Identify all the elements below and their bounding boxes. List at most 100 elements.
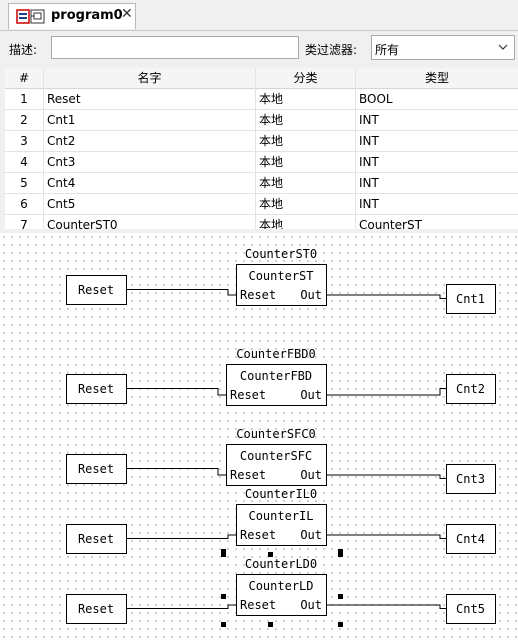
table-row[interactable]: 2 Cnt1 本地 INT [5,110,518,131]
variable-name[interactable]: Cnt1 [44,110,256,131]
output-wire [326,294,446,299]
block-instance-name: CounterIL0 [245,487,317,501]
block-output-pin: Out [300,468,322,482]
block-input-pin: Reset [230,388,266,402]
output-wire [326,534,446,539]
output-variable-label: Cnt5 [456,602,485,616]
variable-type[interactable]: INT [356,131,518,152]
variable-type[interactable]: CounterST [356,215,518,229]
input-variable-label: Reset [78,283,114,297]
output-variable-label: Cnt4 [456,532,485,546]
output-variable-label: Cnt3 [456,472,485,486]
input-variable-label: Reset [78,602,114,616]
variable-name[interactable]: Reset [44,89,256,110]
block-type-label: CounterST [248,269,313,283]
selection-handle[interactable] [338,594,343,599]
row-number: 5 [5,173,44,194]
variable-name[interactable]: Cnt2 [44,131,256,152]
block-instance-name: CounterSFC0 [236,427,315,441]
fbd-diagram[interactable]: Reset CounterST0 CounterST Reset Out Cnt1 Rese… [0,233,518,640]
variable-type[interactable]: INT [356,152,518,173]
variable-name[interactable]: Cnt3 [44,152,256,173]
table-row[interactable]: 1 Reset 本地 BOOL [5,89,518,110]
chevron-down-icon [498,44,508,50]
block-input-pin: Reset [240,288,276,302]
row-number: 1 [5,89,44,110]
variable-class[interactable]: 本地 [256,152,356,173]
output-wire [326,474,446,479]
output-wire [326,388,446,396]
row-number: 4 [5,152,44,173]
variable-class[interactable]: 本地 [256,215,356,229]
close-icon[interactable]: ✕ [121,6,133,22]
variable-class[interactable]: 本地 [256,89,356,110]
variable-filter-bar: 描述: 类过滤器: 所有 [0,31,518,67]
block-output-pin: Out [300,388,322,402]
variable-class[interactable]: 本地 [256,110,356,131]
variables-table: # 名字 分类 类型 1 Reset 本地 BOOL 2 Cnt1 本地 INT… [5,68,518,229]
pou-editor-icon [16,9,45,24]
block-input-pin: Reset [240,528,276,542]
table-row[interactable]: 6 Cnt5 本地 INT [5,194,518,215]
description-input[interactable] [51,36,299,59]
output-variable-label: Cnt2 [456,382,485,396]
block-type-label: CounterIL [248,509,313,523]
table-row[interactable]: 5 Cnt4 本地 INT [5,173,518,194]
column-header-type[interactable]: 类型 [356,68,518,89]
input-wire [126,388,226,396]
selection-handle[interactable] [338,622,343,627]
table-row[interactable]: 3 Cnt2 本地 INT [5,131,518,152]
variable-class[interactable]: 本地 [256,194,356,215]
class-filter-select[interactable]: 所有 [371,35,515,60]
input-variable-label: Reset [78,532,114,546]
variable-class[interactable]: 本地 [256,173,356,194]
column-header-class[interactable]: 分类 [256,68,356,89]
table-row[interactable]: 4 Cnt3 本地 INT [5,152,518,173]
variable-type[interactable]: INT [356,110,518,131]
block-type-label: CounterFBD [240,369,312,383]
block-instance-name: CounterFBD0 [236,347,315,361]
variable-name[interactable]: Cnt5 [44,194,256,215]
block-input-pin: Reset [240,598,276,612]
row-number: 7 [5,215,44,229]
block-instance-name: CounterST0 [245,247,317,261]
editor-tab-bar: program0 ✕ [0,0,518,31]
row-number: 6 [5,194,44,215]
class-filter-label: 类过滤器: [305,43,358,57]
selection-handle[interactable] [268,622,273,627]
input-wire [126,534,236,539]
row-number: 2 [5,110,44,131]
block-input-pin: Reset [230,468,266,482]
variable-name[interactable]: CounterST0 [44,215,256,229]
variable-name[interactable]: Cnt4 [44,173,256,194]
variable-type[interactable]: INT [356,173,518,194]
table-row[interactable]: 7 CounterST0 本地 CounterST [5,215,518,229]
selection-handle[interactable] [221,622,226,627]
row-number: 3 [5,131,44,152]
block-output-pin: Out [300,288,322,302]
table-header: # 名字 分类 类型 [5,68,518,89]
selection-handle[interactable] [221,549,226,554]
variable-class[interactable]: 本地 [256,131,356,152]
block-type-label: CounterSFC [240,449,312,463]
block-output-pin: Out [300,598,322,612]
block-type-label: CounterLD [248,579,313,593]
tab-program0[interactable]: program0 ✕ [8,3,136,29]
variable-type[interactable]: BOOL [356,89,518,110]
column-header-number[interactable]: # [5,68,44,89]
input-wire [126,604,236,609]
block-instance-name: CounterLD0 [245,557,317,571]
variable-type[interactable]: INT [356,194,518,215]
tab-title: program0 [51,8,123,23]
selection-handle[interactable] [338,549,343,554]
block-output-pin: Out [300,528,322,542]
output-variable-label: Cnt1 [456,292,485,306]
input-variable-label: Reset [78,382,114,396]
class-filter-value: 所有 [375,43,400,57]
input-variable-label: Reset [78,462,114,476]
selection-handle[interactable] [221,594,226,599]
output-wire [326,604,446,609]
column-header-name[interactable]: 名字 [44,68,256,89]
input-wire [126,289,236,296]
fbd-canvas[interactable]: Reset CounterST0 CounterST Reset Out Cnt1 Rese… [0,233,518,640]
